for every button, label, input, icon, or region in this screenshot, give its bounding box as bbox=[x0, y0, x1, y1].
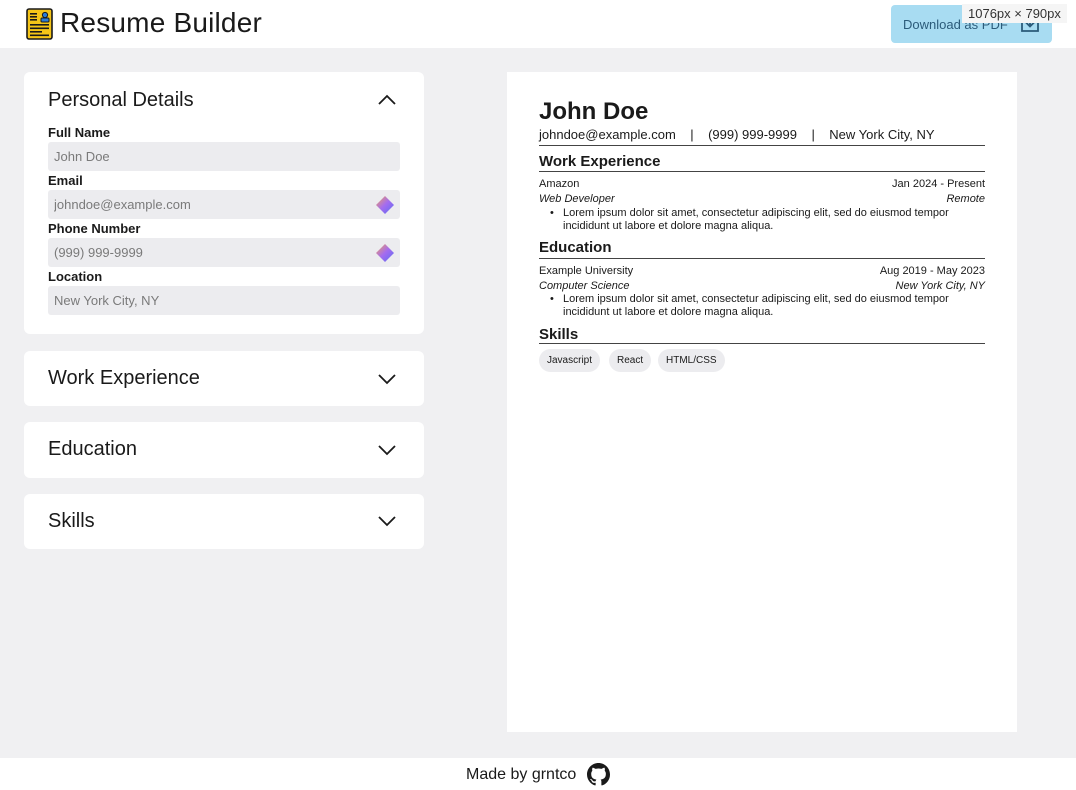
skill-chip: Javascript bbox=[539, 349, 601, 372]
footer: Made by grntco bbox=[0, 758, 1076, 790]
app-header: Resume Builder Download as PDF 1076px × … bbox=[0, 0, 1076, 48]
personal-details-card: Personal Details Full Name Email Phone N… bbox=[24, 72, 424, 334]
chevron-down-icon[interactable] bbox=[378, 515, 396, 527]
work-role: Web Developer bbox=[539, 193, 615, 205]
location-input[interactable] bbox=[48, 286, 400, 315]
personal-details-title: Personal Details bbox=[48, 89, 194, 111]
education-bullet: Lorem ipsum dolor sit amet, consectetur … bbox=[550, 293, 973, 318]
work-company: Amazon bbox=[539, 178, 580, 190]
resume-skills-heading: Skills bbox=[539, 326, 579, 343]
resume-email: johndoe@example.com bbox=[539, 127, 676, 142]
resume-icon bbox=[26, 8, 53, 40]
resume-preview: John Doe johndoe@example.com | (999) 999… bbox=[507, 72, 1017, 732]
resume-phone: (999) 999-9999 bbox=[708, 127, 797, 142]
email-input[interactable] bbox=[48, 190, 400, 219]
skills-card[interactable]: Skills bbox=[24, 494, 424, 549]
education-school: Example University bbox=[539, 265, 634, 277]
skill-chip: HTML/CSS bbox=[658, 349, 725, 372]
skill-chip: React bbox=[609, 349, 652, 372]
education-dates: Aug 2019 - May 2023 bbox=[879, 265, 985, 277]
education-place: New York City, NY bbox=[895, 280, 985, 292]
screen-size-badge: 1076px × 790px bbox=[962, 4, 1067, 23]
autofill-extension-icon[interactable] bbox=[375, 195, 395, 215]
github-icon[interactable] bbox=[587, 763, 610, 786]
education-degree: Computer Science bbox=[539, 280, 630, 292]
work-experience-title: Work Experience bbox=[48, 367, 200, 389]
app-title: Resume Builder bbox=[60, 7, 262, 38]
resume-location: New York City, NY bbox=[829, 127, 935, 142]
education-card[interactable]: Education bbox=[24, 422, 424, 478]
contact-separator: | bbox=[690, 127, 694, 142]
footer-credit: Made by grntco bbox=[466, 766, 577, 783]
chevron-down-icon[interactable] bbox=[378, 444, 396, 456]
resume-contact-line: johndoe@example.com | (999) 999-9999 | N… bbox=[539, 127, 935, 142]
chevron-down-icon[interactable] bbox=[378, 373, 396, 385]
work-experience-card[interactable]: Work Experience bbox=[24, 351, 424, 406]
divider bbox=[539, 171, 985, 172]
work-bullet: Lorem ipsum dolor sit amet, consectetur … bbox=[550, 207, 973, 232]
email-label: Email bbox=[48, 173, 83, 188]
resume-name: John Doe bbox=[539, 98, 649, 125]
phone-label: Phone Number bbox=[48, 221, 141, 236]
divider bbox=[539, 145, 985, 146]
phone-input[interactable] bbox=[48, 238, 400, 267]
work-dates: Jan 2024 - Present bbox=[892, 178, 985, 190]
education-title: Education bbox=[48, 438, 137, 460]
divider bbox=[539, 258, 985, 259]
skills-title: Skills bbox=[48, 510, 95, 532]
work-place: Remote bbox=[946, 193, 985, 205]
location-label: Location bbox=[48, 269, 103, 284]
chevron-up-icon[interactable] bbox=[378, 94, 396, 106]
divider bbox=[539, 343, 985, 344]
full-name-label: Full Name bbox=[48, 125, 111, 140]
resume-education-heading: Education bbox=[539, 239, 612, 256]
full-name-input[interactable] bbox=[48, 142, 400, 171]
resume-work-heading: Work Experience bbox=[539, 153, 661, 170]
autofill-extension-icon[interactable] bbox=[375, 243, 395, 263]
contact-separator: | bbox=[811, 127, 815, 142]
